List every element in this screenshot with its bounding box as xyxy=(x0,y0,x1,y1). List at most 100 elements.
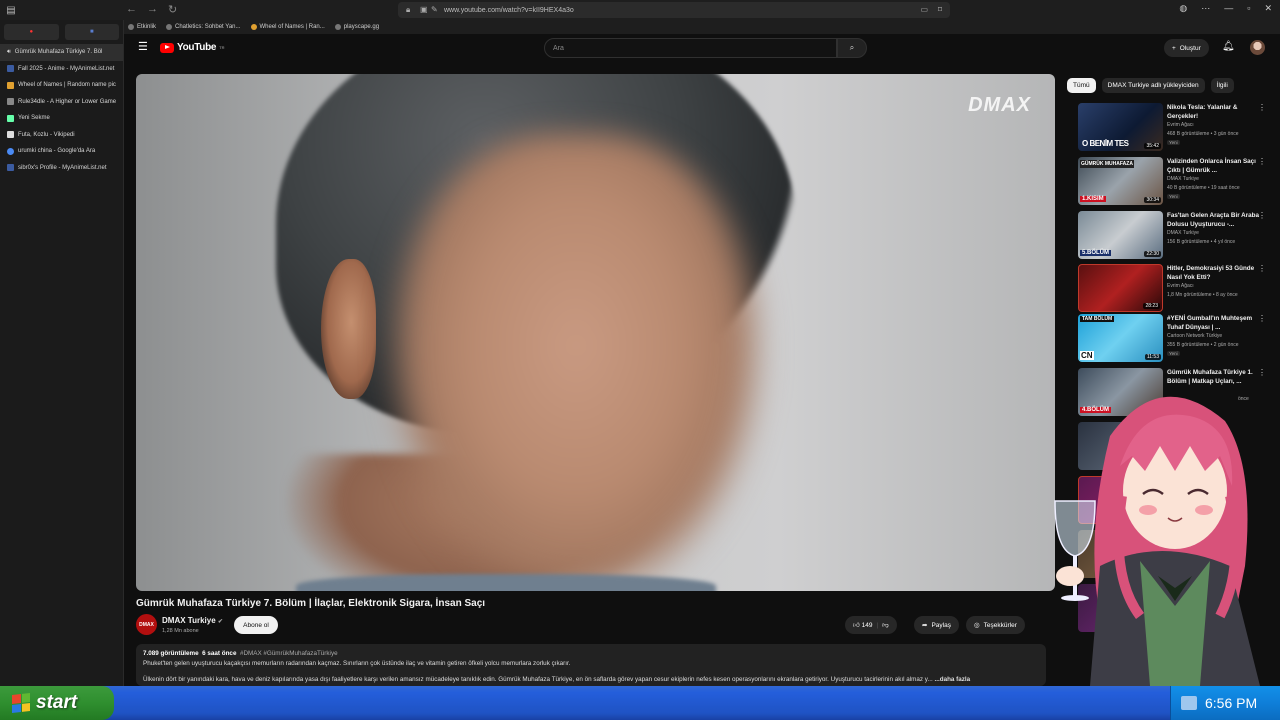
bookmark-icon[interactable]: ⌑ xyxy=(938,5,942,14)
wheel-icon xyxy=(7,81,14,89)
video-frame-ear xyxy=(321,259,376,399)
create-button[interactable]: + Oluştur xyxy=(1164,39,1209,57)
notifications-bell-icon[interactable]: 🔔︎ xyxy=(1222,41,1235,52)
recommendation-item[interactable]: 28:23 Hitler, Demokrasiyi 53 Günde Nasıl… xyxy=(1078,264,1268,312)
tab-item[interactable]: Yeni Sekme xyxy=(0,110,123,127)
more-options-icon[interactable]: ⋮ xyxy=(1258,211,1266,220)
tab-item[interactable]: Fall 2025 - Anime - MyAnimeList.net xyxy=(0,61,123,78)
page-icon xyxy=(7,98,14,106)
share-button[interactable]: ➦ Paylaş xyxy=(914,616,959,634)
nav-buttons: ← → ↻ xyxy=(126,3,177,16)
edit-icon[interactable]: ✎ xyxy=(431,5,438,14)
speaker-icon: 🔊︎ xyxy=(7,48,11,55)
recommendation-item[interactable]: 5.BÖLÜM 22:30 Fas'tan Gelen Araçta Bir A… xyxy=(1078,211,1268,259)
tab-item[interactable]: Wheel of Names | Random name pic xyxy=(0,77,123,94)
newtab-icon xyxy=(7,114,14,122)
more-options-icon[interactable]: ⋮ xyxy=(1258,314,1266,323)
search-input[interactable]: Ara xyxy=(544,38,837,58)
mal-icon xyxy=(7,65,14,73)
recommendation-item[interactable]: O BENİM TES 35:42 Nikola Tesla: Yalanlar… xyxy=(1078,103,1268,151)
dmax-watermark: DMAX xyxy=(968,94,1031,116)
bookmarks-bar: Etkinlik Chatletics: Sohbet Yan... Wheel… xyxy=(124,20,1280,34)
globe-icon xyxy=(166,24,173,30)
tab-item[interactable]: 🔊︎ Gümrük Muhafaza Türkiye 7. Böl xyxy=(0,44,123,61)
more-options-icon[interactable]: ⋮ xyxy=(1258,103,1266,112)
mal-icon xyxy=(7,164,14,172)
pinned-tab-mal[interactable]: ■ xyxy=(64,24,119,40)
clock[interactable]: 6:56 PM xyxy=(1205,695,1257,711)
avatar[interactable] xyxy=(1250,40,1265,55)
menu-icon[interactable]: ⋯ xyxy=(1201,3,1210,14)
bookmark-item[interactable]: Wheel of Names | Ran... xyxy=(250,24,325,30)
bookmark-item[interactable]: Etkinlik xyxy=(128,24,156,30)
youtube-logo[interactable]: YouTube TR xyxy=(160,42,225,53)
back-icon[interactable]: ← xyxy=(126,3,137,16)
google-icon xyxy=(7,147,14,155)
blurred-face xyxy=(386,134,766,591)
site-settings-icon[interactable]: ▣ xyxy=(420,5,428,14)
close-icon[interactable]: ✕ xyxy=(1264,3,1272,14)
wheel-icon xyxy=(250,24,257,30)
bookmark-item[interactable]: Chatletics: Sohbet Yan... xyxy=(166,24,241,30)
channel-name[interactable]: DMAX Turkiye ✔ xyxy=(162,616,223,625)
description-line: Ülkenin dört bir yanındaki kara, hava ve… xyxy=(143,676,971,683)
more-link[interactable]: ...daha fazla xyxy=(934,676,970,683)
pip-icon[interactable]: ▭ xyxy=(920,5,928,14)
taskbar: start 6:56 PM xyxy=(0,686,1280,720)
plus-icon: + xyxy=(1172,44,1176,52)
youtube-play-icon xyxy=(160,42,174,53)
minimize-icon[interactable]: — xyxy=(1224,3,1233,14)
dislike-button[interactable]: 👎︎ xyxy=(882,621,889,629)
sidebar-toggle-icon[interactable]: ▤ xyxy=(2,1,20,19)
thumbs-down-icon: 👎︎ xyxy=(882,622,889,629)
like-button[interactable]: 👍︎ 149 xyxy=(853,621,872,629)
chip-related[interactable]: İlgili xyxy=(1210,78,1234,93)
extensions-icon[interactable]: ◍ xyxy=(1179,3,1187,14)
windows-logo-icon xyxy=(12,693,30,713)
video-thumbnail: O BENİM TES 35:42 xyxy=(1078,103,1163,151)
video-player[interactable]: DMAX xyxy=(136,74,1055,591)
maximize-icon[interactable]: ▫ xyxy=(1247,3,1250,14)
subscribe-button[interactable]: Abone ol xyxy=(234,616,278,634)
chip-all[interactable]: Tümü xyxy=(1067,78,1096,93)
thanks-icon: ◎ xyxy=(974,622,980,629)
hamburger-menu-icon[interactable]: ☰ xyxy=(138,42,148,53)
subscriber-count: 1,28 Mn abone xyxy=(162,628,199,634)
video-frame-shirt xyxy=(296,574,716,591)
more-options-icon[interactable]: ⋮ xyxy=(1258,157,1266,166)
thumbs-up-icon: 👍︎ xyxy=(853,622,860,629)
network-icon[interactable] xyxy=(1181,696,1197,710)
channel-avatar[interactable]: DMAX xyxy=(136,614,157,635)
address-bar[interactable]: 🔒︎ ▣ ✎ www.youtube.com/watch?v=kII9HEX4a… xyxy=(398,2,950,18)
tab-item[interactable]: urumki china - Google'da Ara xyxy=(0,143,123,160)
like-dislike-group: 👍︎ 149 | 👎︎ xyxy=(845,616,897,634)
description-box[interactable]: 7.089 görüntüleme 6 saat önce #DMAX #Güm… xyxy=(136,644,1046,686)
tab-item[interactable]: Rule34dle - A Higher or Lower Game xyxy=(0,94,123,111)
video-thumbnail: TAM BÖLÜM CN 11:53 xyxy=(1078,314,1163,362)
reload-icon[interactable]: ↻ xyxy=(168,3,177,16)
globe-icon xyxy=(334,24,341,30)
more-options-icon[interactable]: ⋮ xyxy=(1258,264,1266,273)
thanks-button[interactable]: ◎ Teşekkürler xyxy=(966,616,1025,634)
youtube-icon: ● xyxy=(29,29,34,35)
recommendation-item[interactable]: GÜMRÜK MUHAFAZA 1.KISIM 30:34 Valizinden… xyxy=(1078,157,1268,205)
recommendation-item[interactable]: TAM BÖLÜM CN 11:53 #YENİ Gumball'ın Muht… xyxy=(1078,314,1268,362)
chip-uploader[interactable]: DMAX Turkiye adlı yükleyiciden xyxy=(1101,78,1205,93)
mal-icon: ■ xyxy=(89,29,94,35)
vtuber-avatar-overlay xyxy=(1054,396,1260,686)
share-icon: ➦ xyxy=(922,622,928,629)
search-button[interactable]: ⌕ xyxy=(837,38,867,58)
lock-icon: 🔒︎ xyxy=(406,5,411,14)
wikipedia-icon xyxy=(7,131,14,139)
url-text: www.youtube.com/watch?v=kII9HEX4a3o xyxy=(444,6,574,14)
start-button[interactable]: start xyxy=(0,686,114,720)
bookmark-item[interactable]: playscape.gg xyxy=(334,24,379,30)
tab-item[interactable]: Futa, Kozlu - Vikipedi xyxy=(0,127,123,144)
pinned-tab-youtube[interactable]: ● xyxy=(4,24,59,40)
tab-item[interactable]: sibr0x's Profile - MyAnimeList.net xyxy=(0,160,123,177)
youtube-header: ☰ YouTube TR Ara ⌕ + Oluştur 🔔︎ xyxy=(124,34,1280,62)
forward-icon[interactable]: → xyxy=(147,3,158,16)
window-controls: ◍ ⋯ — ▫ ✕ xyxy=(1179,3,1272,14)
description-meta: 7.089 görüntüleme 6 saat önce #DMAX #Güm… xyxy=(143,650,338,657)
verified-icon: ✔ xyxy=(217,619,223,625)
